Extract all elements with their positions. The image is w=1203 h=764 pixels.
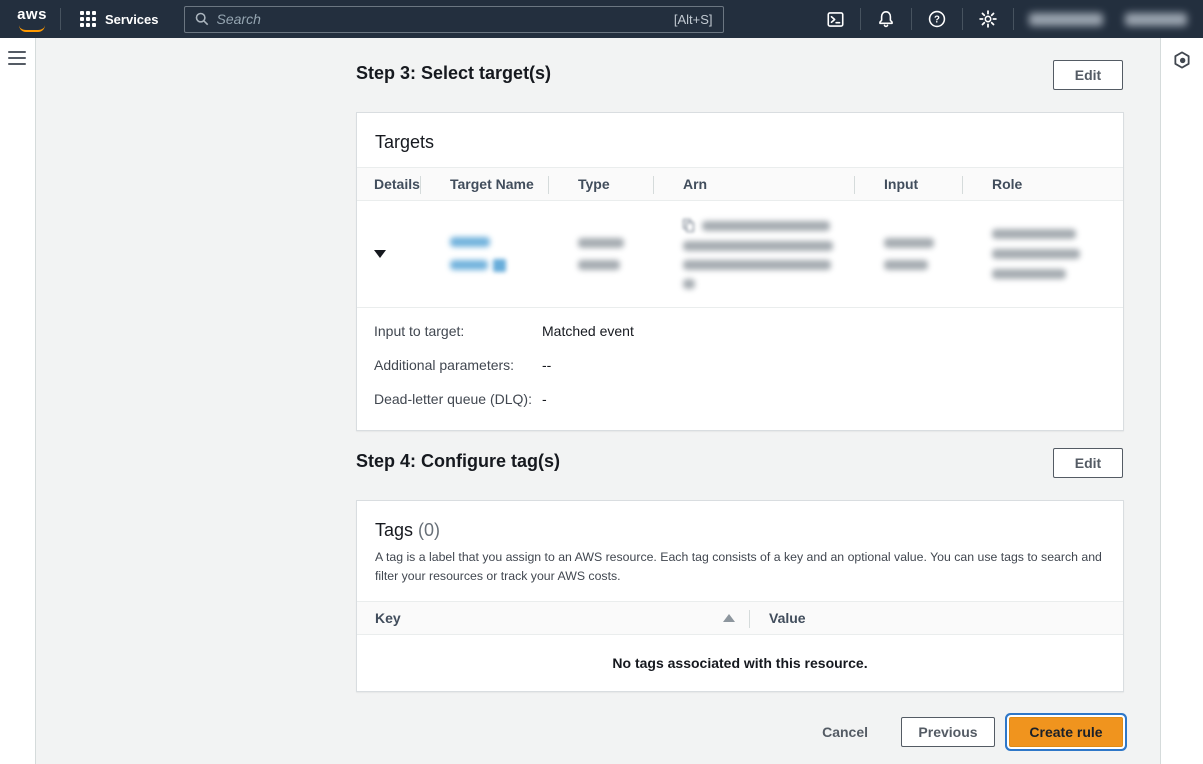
- settings-button[interactable]: [963, 0, 1013, 38]
- column-header-key: Key: [357, 602, 749, 634]
- create-rule-button[interactable]: Create rule: [1009, 717, 1123, 747]
- redacted-text-line: [702, 221, 830, 231]
- targets-panel-title: Targets: [375, 132, 434, 152]
- aws-logo-text: aws: [17, 6, 47, 23]
- target-table-row: [357, 201, 1123, 308]
- services-label: Services: [105, 12, 159, 27]
- tags-panel-title: Tags (0): [375, 520, 440, 540]
- wizard-footer-actions: Cancel Previous Create rule: [356, 712, 1127, 752]
- cancel-button[interactable]: Cancel: [822, 724, 868, 740]
- tags-count: (0): [418, 520, 440, 540]
- column-header-type: Type: [548, 168, 653, 200]
- tags-description: A tag is a label that you assign to an A…: [375, 548, 1105, 586]
- targets-table-header: Details Target Name Type Arn Input Role: [357, 167, 1123, 201]
- redacted-text-line: [578, 260, 620, 270]
- detail-label: Input to target:: [374, 323, 542, 339]
- previous-button[interactable]: Previous: [901, 717, 995, 747]
- tags-panel: Tags (0) A tag is a label that you assig…: [356, 500, 1124, 692]
- notifications-bell-icon: [877, 10, 895, 28]
- step4-heading: Step 4: Configure tag(s): [356, 451, 560, 472]
- detail-label: Dead-letter queue (DLQ):: [374, 391, 542, 407]
- target-input-cell-redacted: [854, 201, 962, 307]
- nav-utilities: ?: [810, 0, 1203, 38]
- tags-empty-message: No tags associated with this resource.: [357, 635, 1123, 691]
- step3-edit-button[interactable]: Edit: [1053, 60, 1123, 90]
- services-grid-icon: [80, 11, 96, 27]
- step3-heading: Step 3: Select target(s): [356, 63, 551, 84]
- detail-value: -: [542, 391, 547, 407]
- redacted-text-line: [683, 279, 695, 289]
- search-icon: [195, 12, 209, 26]
- column-header-details: Details: [357, 168, 420, 200]
- redacted-text-line: [884, 238, 934, 248]
- redacted-link-line: [450, 237, 490, 247]
- aws-logo-smile: [19, 25, 45, 32]
- redacted-text-line: [578, 238, 624, 248]
- detail-value: --: [542, 357, 551, 373]
- column-header-target-name: Target Name: [420, 168, 548, 200]
- top-navigation-bar: aws Services [Alt+S]: [0, 0, 1203, 38]
- region-selector[interactable]: [1029, 13, 1103, 26]
- search-input[interactable]: [217, 11, 666, 27]
- redacted-link-line: [450, 260, 488, 270]
- detail-row: Input to target: Matched event: [374, 314, 1123, 348]
- targets-panel: Targets Details Target Name Type Arn Inp…: [356, 112, 1124, 431]
- account-menu[interactable]: [1125, 13, 1187, 26]
- account-menu-redacted-label: [1125, 13, 1187, 26]
- svg-text:?: ?: [934, 15, 940, 26]
- open-menu-button[interactable]: [8, 51, 26, 65]
- aws-logo[interactable]: aws: [15, 6, 49, 32]
- redacted-text-line: [683, 241, 833, 251]
- notifications-button[interactable]: [861, 0, 911, 38]
- search-shortcut-hint: [Alt+S]: [674, 12, 713, 27]
- detail-label: Additional parameters:: [374, 357, 542, 373]
- column-header-input: Input: [854, 168, 962, 200]
- redacted-text-line: [683, 260, 831, 270]
- target-type-cell-redacted: [548, 201, 653, 307]
- help-button[interactable]: ?: [912, 0, 962, 38]
- left-sidebar-collapsed: [0, 38, 36, 764]
- detail-row: Dead-letter queue (DLQ): -: [374, 382, 1123, 416]
- redacted-text-line: [884, 260, 928, 270]
- detail-value: Matched event: [542, 323, 634, 339]
- cloudshell-icon: [827, 11, 844, 28]
- copy-icon[interactable]: [683, 219, 694, 232]
- collapse-row-icon[interactable]: [374, 250, 386, 258]
- settings-gear-icon: [979, 10, 997, 28]
- column-header-role: Role: [962, 168, 1123, 200]
- right-panel-collapsed: [1160, 38, 1203, 764]
- nav-divider: [60, 8, 61, 30]
- help-icon: ?: [928, 10, 946, 28]
- services-menu-button[interactable]: Services: [74, 7, 165, 31]
- target-role-cell-redacted: [962, 201, 1123, 307]
- nav-divider: [1013, 8, 1014, 30]
- tags-table-header: Key Value: [357, 601, 1123, 635]
- hamburger-icon: [8, 51, 26, 53]
- target-name-cell-redacted[interactable]: [420, 201, 548, 307]
- redacted-text-line: [992, 249, 1080, 259]
- target-arn-cell-redacted: [653, 201, 854, 307]
- cloudshell-button[interactable]: [810, 0, 860, 38]
- aws-console-page: aws Services [Alt+S]: [0, 0, 1203, 764]
- step4-edit-button[interactable]: Edit: [1053, 448, 1123, 478]
- global-search-box[interactable]: [Alt+S]: [184, 6, 724, 33]
- column-header-arn: Arn: [653, 168, 854, 200]
- redacted-text-line: [992, 269, 1066, 279]
- side-panel-hexagon-icon[interactable]: [1173, 51, 1191, 69]
- target-expanded-details: Input to target: Matched event Additiona…: [357, 308, 1123, 416]
- detail-row: Additional parameters: --: [374, 348, 1123, 382]
- column-header-value: Value: [749, 602, 1123, 634]
- external-link-icon: [493, 259, 506, 272]
- region-selector-redacted-label: [1029, 13, 1103, 26]
- sort-ascending-icon[interactable]: [723, 614, 735, 622]
- redacted-text-line: [992, 229, 1076, 239]
